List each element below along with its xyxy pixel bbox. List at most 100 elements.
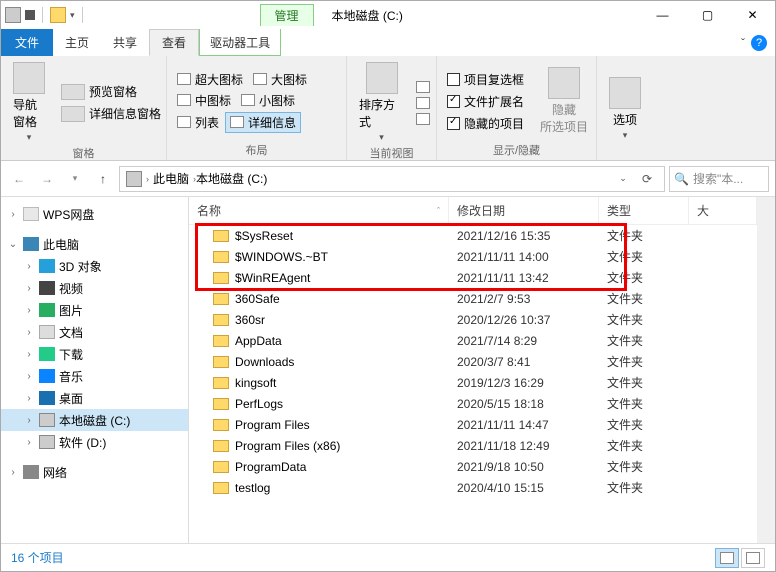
sort-icon xyxy=(366,62,398,94)
lg-icons-button[interactable]: 大图标 xyxy=(249,70,311,89)
file-ext-toggle[interactable]: 文件扩展名 xyxy=(443,92,528,111)
tree-3d[interactable]: ›3D 对象 xyxy=(1,255,188,277)
xl-icons-button[interactable]: 超大图标 xyxy=(173,70,247,89)
window-title: 本地磁盘 (C:) xyxy=(332,7,403,24)
options-button[interactable]: 选项 ▾ xyxy=(603,60,647,158)
table-row[interactable]: AppData2021/7/14 8:29文件夹 xyxy=(189,330,757,351)
table-row[interactable]: $WinREAgent2021/11/11 13:42文件夹 xyxy=(189,267,757,288)
maximize-button[interactable]: ▢ xyxy=(685,1,730,29)
breadcrumb-drive[interactable]: 本地磁盘 (C:) xyxy=(196,170,267,187)
folder-icon xyxy=(213,482,229,494)
folder-icon xyxy=(213,398,229,410)
col-date[interactable]: 修改日期 xyxy=(449,197,599,224)
table-row[interactable]: 360Safe2021/2/7 9:53文件夹 xyxy=(189,288,757,309)
folder-icon xyxy=(213,335,229,347)
preview-pane-button[interactable]: 预览窗格 xyxy=(57,82,165,101)
tree-drive-c[interactable]: ›本地磁盘 (C:) xyxy=(1,409,188,431)
ribbon: 导航窗格 ▾ 预览窗格 详细信息窗格 窗格 超大图标 大图标 中图标 小图标 列… xyxy=(1,56,775,161)
drive-tools-tab[interactable]: 驱动器工具 xyxy=(199,29,281,56)
sort-arrow-icon: ˆ xyxy=(437,206,440,216)
sort-button[interactable]: 排序方式 ▾ xyxy=(353,60,410,145)
search-icon: 🔍 xyxy=(674,172,689,186)
details-pane-button[interactable]: 详细信息窗格 xyxy=(57,104,165,123)
hide-selected-button[interactable]: 隐藏 所选项目 xyxy=(534,60,594,142)
search-input[interactable]: 🔍 搜索"本... xyxy=(669,166,769,192)
view-tab[interactable]: 查看 xyxy=(149,29,199,56)
folder-icon xyxy=(213,272,229,284)
close-button[interactable]: ✕ xyxy=(730,1,775,29)
list-button[interactable]: 列表 xyxy=(173,112,223,133)
details-button[interactable]: 详细信息 xyxy=(225,112,301,133)
nav-pane-icon xyxy=(13,62,45,94)
table-row[interactable]: $WINDOWS.~BT2021/11/11 14:00文件夹 xyxy=(189,246,757,267)
folder-icon xyxy=(213,314,229,326)
file-list[interactable]: 名称ˆ 修改日期 类型 大 $SysReset2021/12/16 15:35文… xyxy=(189,197,757,543)
table-row[interactable]: kingsoft2019/12/3 16:29文件夹 xyxy=(189,372,757,393)
table-row[interactable]: Downloads2020/3/7 8:41文件夹 xyxy=(189,351,757,372)
share-tab[interactable]: 共享 xyxy=(101,29,149,56)
icons-view-button[interactable] xyxy=(741,548,765,568)
table-row[interactable]: Program Files2021/11/11 14:47文件夹 xyxy=(189,414,757,435)
details-pane-icon xyxy=(61,106,85,122)
back-button[interactable]: ← xyxy=(7,167,31,191)
address-dropdown[interactable]: ⌄ xyxy=(612,168,634,190)
tree-desktop[interactable]: ›桌面 xyxy=(1,387,188,409)
col-name[interactable]: 名称ˆ xyxy=(189,197,449,224)
table-row[interactable]: $SysReset2021/12/16 15:35文件夹 xyxy=(189,225,757,246)
options-icon xyxy=(609,77,641,109)
recent-dropdown[interactable]: ▾ xyxy=(63,167,87,191)
navigation-tree[interactable]: ›WPS网盘 ⌄此电脑 ›3D 对象 ›视频 ›图片 ›文档 ›下载 ›音乐 ›… xyxy=(1,197,189,543)
table-row[interactable]: PerfLogs2020/5/15 18:18文件夹 xyxy=(189,393,757,414)
hidden-items-toggle[interactable]: 隐藏的项目 xyxy=(443,114,528,133)
sizecol-icon[interactable] xyxy=(416,113,430,125)
scrollbar[interactable] xyxy=(757,197,775,543)
tree-music[interactable]: ›音乐 xyxy=(1,365,188,387)
up-button[interactable]: ↑ xyxy=(91,167,115,191)
breadcrumb-bar[interactable]: › 此电脑 › 本地磁盘 (C:) ⌄ ⟳ xyxy=(119,166,665,192)
qat-icon-1[interactable] xyxy=(25,10,35,20)
tree-videos[interactable]: ›视频 xyxy=(1,277,188,299)
folder-icon xyxy=(213,419,229,431)
tree-network[interactable]: ›网络 xyxy=(1,461,188,483)
contextual-tab-manage: 管理 xyxy=(260,4,314,26)
table-row[interactable]: testlog2020/4/10 15:15文件夹 xyxy=(189,477,757,498)
table-row[interactable]: Program Files (x86)2021/11/18 12:49文件夹 xyxy=(189,435,757,456)
item-checkboxes-toggle[interactable]: 项目复选框 xyxy=(443,70,528,89)
tree-downloads[interactable]: ›下载 xyxy=(1,343,188,365)
file-tab[interactable]: 文件 xyxy=(1,29,53,56)
tree-wps[interactable]: ›WPS网盘 xyxy=(1,203,188,225)
md-icons-button[interactable]: 中图标 xyxy=(173,91,235,110)
folder-icon xyxy=(213,293,229,305)
table-row[interactable]: 360sr2020/12/26 10:37文件夹 xyxy=(189,309,757,330)
qat-dropdown[interactable]: ▾ xyxy=(70,10,75,21)
help-icon[interactable]: ? xyxy=(751,35,767,51)
qat-open-icon[interactable] xyxy=(50,7,66,23)
table-row[interactable]: ProgramData2021/9/18 10:50文件夹 xyxy=(189,456,757,477)
breadcrumb-drive-icon xyxy=(126,171,142,187)
refresh-button[interactable]: ⟳ xyxy=(636,168,658,190)
breadcrumb-this-pc[interactable]: 此电脑 xyxy=(149,170,193,187)
tree-documents[interactable]: ›文档 xyxy=(1,321,188,343)
group-icon[interactable] xyxy=(416,81,430,93)
address-bar: ← → ▾ ↑ › 此电脑 › 本地磁盘 (C:) ⌄ ⟳ 🔍 搜索"本... xyxy=(1,161,775,197)
forward-button[interactable]: → xyxy=(35,167,59,191)
addcol-icon[interactable] xyxy=(416,97,430,109)
folder-icon xyxy=(213,230,229,242)
folder-icon xyxy=(213,440,229,452)
window-icon xyxy=(5,7,21,23)
home-tab[interactable]: 主页 xyxy=(53,29,101,56)
minimize-button[interactable]: ― xyxy=(640,1,685,29)
nav-pane-button[interactable]: 导航窗格 ▾ xyxy=(7,60,51,145)
col-size[interactable]: 大 xyxy=(689,197,757,224)
col-type[interactable]: 类型 xyxy=(599,197,689,224)
tree-drive-d[interactable]: ›软件 (D:) xyxy=(1,431,188,453)
folder-icon xyxy=(213,251,229,263)
tree-this-pc[interactable]: ⌄此电脑 xyxy=(1,233,188,255)
tree-pictures[interactable]: ›图片 xyxy=(1,299,188,321)
titlebar: ▾ 管理 本地磁盘 (C:) ― ▢ ✕ xyxy=(1,1,775,29)
folder-icon xyxy=(213,377,229,389)
ribbon-collapse-icon[interactable]: ˇ xyxy=(741,36,745,50)
folder-icon xyxy=(213,461,229,473)
details-view-button[interactable] xyxy=(715,548,739,568)
sm-icons-button[interactable]: 小图标 xyxy=(237,91,299,110)
